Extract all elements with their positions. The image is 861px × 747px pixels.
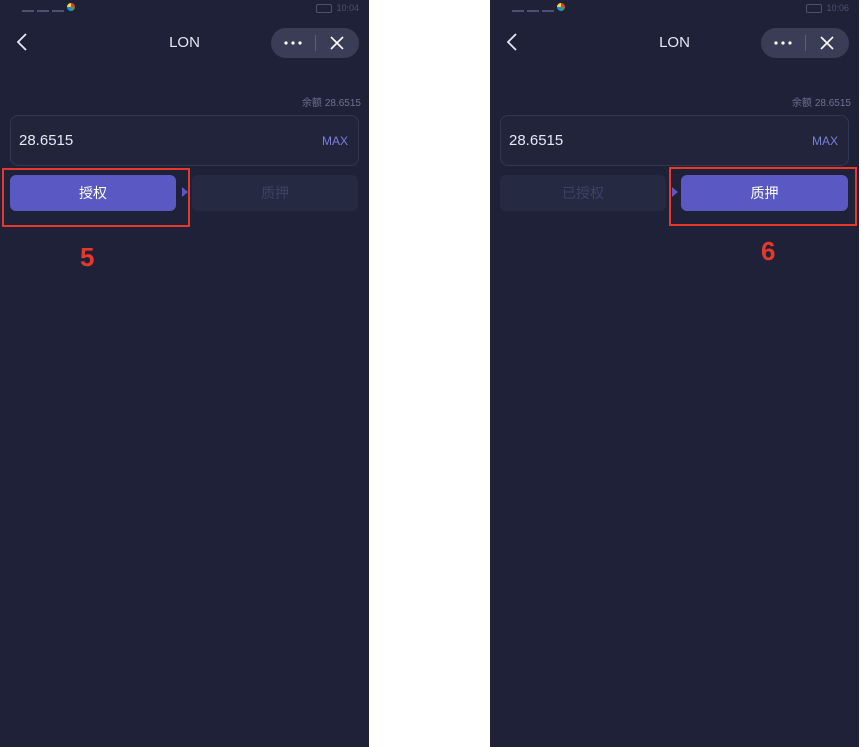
battery-icon — [316, 3, 333, 13]
status-icons-left — [512, 2, 565, 12]
amount-input[interactable]: 28.6515 MAX — [10, 115, 359, 166]
close-button[interactable] — [316, 28, 360, 58]
mini-program-capsule — [761, 28, 849, 58]
max-button[interactable]: MAX — [812, 134, 838, 148]
status-bar: 10:06 — [490, 0, 859, 20]
signal-icon — [527, 2, 539, 12]
mini-program-capsule — [271, 28, 359, 58]
signal-icon — [22, 2, 34, 12]
amount-input[interactable]: 28.6515 MAX — [500, 115, 849, 166]
status-icons-left — [22, 2, 75, 12]
more-dots-icon — [284, 41, 302, 45]
balance-label: 余额 — [791, 98, 812, 109]
balance-text: 余额 28.6515 — [792, 94, 851, 109]
close-icon — [330, 36, 344, 50]
status-icons-right: 10:06 — [806, 3, 849, 13]
navigation-bar: LON — [490, 26, 859, 60]
max-button[interactable]: MAX — [322, 134, 348, 148]
highlight-box — [2, 168, 190, 227]
status-bar: 10:04 — [0, 0, 369, 20]
amount-value: 28.6515 — [19, 132, 74, 149]
wifi-icon — [52, 2, 64, 12]
step-number-label: 6 — [761, 236, 776, 266]
app-notification-icon — [67, 3, 75, 11]
balance-label: 余额 — [301, 98, 322, 109]
navigation-bar: LON — [0, 26, 369, 60]
app-notification-icon — [557, 3, 565, 11]
close-button[interactable] — [806, 28, 850, 58]
close-icon — [820, 36, 834, 50]
step-number-label: 5 — [80, 242, 95, 272]
battery-icon — [806, 3, 823, 13]
signal-icon — [512, 2, 524, 12]
status-time: 10:04 — [336, 3, 359, 13]
more-button[interactable] — [761, 28, 805, 58]
highlight-box — [669, 167, 857, 226]
more-dots-icon — [774, 41, 792, 45]
phone-screen-right: 10:06 LON 余额 28.6515 28.6515 MAX 已授权 质押 … — [490, 0, 859, 747]
authorized-button[interactable]: 已授权 — [500, 175, 666, 211]
wifi-icon — [542, 2, 554, 12]
amount-value: 28.6515 — [509, 132, 564, 149]
balance-text: 余额 28.6515 — [302, 94, 361, 109]
balance-value: 28.6515 — [814, 98, 851, 109]
more-button[interactable] — [271, 28, 315, 58]
signal-icon — [37, 2, 49, 12]
stake-button[interactable]: 质押 — [192, 175, 358, 211]
status-icons-right: 10:04 — [316, 3, 359, 13]
status-time: 10:06 — [826, 3, 849, 13]
phone-screen-left: 10:04 LON 余额 28.6515 28.6515 MAX 授权 质押 5 — [0, 0, 369, 747]
balance-value: 28.6515 — [324, 98, 361, 109]
